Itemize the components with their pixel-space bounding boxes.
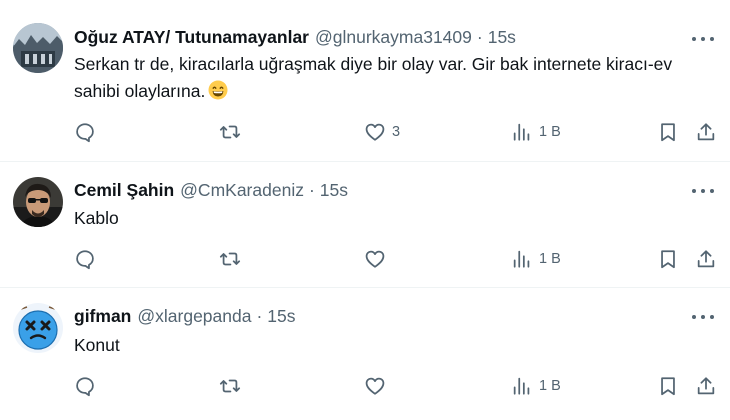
reply-button[interactable] [74, 246, 102, 272]
reply-button[interactable] [74, 373, 102, 399]
share-icon [697, 377, 715, 395]
tweet-text-container: Konut [74, 332, 710, 359]
views-icon [513, 123, 530, 141]
tweet[interactable]: Cemil Şahin @CmKaradeniz · 15s Kablo 1 B [0, 162, 730, 288]
like-button[interactable] [364, 373, 392, 399]
share-button[interactable] [695, 246, 717, 272]
user-handle[interactable]: @CmKaradeniz [180, 180, 304, 201]
display-name[interactable]: Oğuz ATAY/ Tutunamayanlar [74, 27, 309, 48]
tweet-text: Konut [74, 335, 120, 355]
tweet-actions: 1 B [0, 246, 730, 272]
retweet-icon [219, 379, 241, 393]
share-button[interactable] [695, 119, 717, 145]
share-button[interactable] [695, 373, 717, 399]
reply-button[interactable] [74, 119, 102, 145]
retweet-icon [219, 252, 241, 266]
timestamp[interactable]: 15s [320, 180, 348, 201]
user-handle[interactable]: @xlargepanda [137, 306, 251, 327]
views-count: 1 B [539, 251, 561, 267]
tweet-text-container: Kablo [74, 205, 710, 232]
views-count: 1 B [539, 124, 561, 140]
tweet-text: Serkan tr de, kiracılarla uğraşmak diye … [74, 54, 673, 101]
separator-dot: · [476, 27, 483, 47]
retweet-icon [219, 125, 241, 139]
avatar[interactable] [13, 177, 63, 227]
more-icon[interactable] [692, 188, 714, 194]
timestamp[interactable]: 15s [267, 306, 295, 327]
grinning-face-emoji-icon [208, 80, 228, 108]
avatar[interactable] [13, 303, 63, 353]
heart-icon [365, 123, 385, 141]
views-icon [513, 250, 530, 268]
avatar[interactable] [13, 23, 63, 73]
bookmark-icon [661, 377, 675, 396]
views-button[interactable]: 1 B [511, 119, 561, 145]
tweet[interactable]: Oğuz ATAY/ Tutunamayanlar @glnurkayma314… [0, 0, 730, 162]
bookmark-button[interactable] [657, 119, 679, 145]
user-handle[interactable]: @glnurkayma31409 [315, 27, 472, 48]
reply-icon [76, 123, 94, 143]
tweet-actions: 3 1 B [0, 119, 730, 145]
tweet[interactable]: gifman @xlargepanda · 15s Konut 1 B [0, 288, 730, 420]
tweet-actions: 1 B [0, 373, 730, 399]
timestamp[interactable]: 15s [488, 27, 516, 48]
heart-icon [365, 250, 385, 268]
bookmark-button[interactable] [657, 373, 679, 399]
tweet-text-container: Serkan tr de, kiracılarla uğraşmak diye … [74, 51, 710, 108]
bookmark-icon [661, 123, 675, 142]
tweet-header: Oğuz ATAY/ Tutunamayanlar @glnurkayma314… [74, 27, 516, 48]
tweet-text: Kablo [74, 208, 119, 228]
tweet-header: gifman @xlargepanda · 15s [74, 306, 296, 327]
reply-icon [76, 250, 94, 270]
like-button[interactable] [364, 246, 392, 272]
bookmark-icon [661, 250, 675, 269]
retweet-button[interactable] [219, 119, 247, 145]
display-name[interactable]: gifman [74, 306, 131, 327]
bookmark-button[interactable] [657, 246, 679, 272]
reply-icon [76, 377, 94, 397]
retweet-button[interactable] [219, 373, 247, 399]
heart-icon [365, 377, 385, 395]
views-button[interactable]: 1 B [511, 246, 561, 272]
share-icon [697, 123, 715, 141]
separator-dot: · [308, 180, 315, 200]
share-icon [697, 250, 715, 268]
more-icon[interactable] [692, 314, 714, 320]
retweet-button[interactable] [219, 246, 247, 272]
display-name[interactable]: Cemil Şahin [74, 180, 174, 201]
views-button[interactable]: 1 B [511, 373, 561, 399]
views-icon [513, 377, 530, 395]
separator-dot: · [256, 306, 263, 326]
like-count: 3 [392, 124, 401, 140]
like-button[interactable]: 3 [364, 119, 400, 145]
tweet-header: Cemil Şahin @CmKaradeniz · 15s [74, 180, 348, 201]
views-count: 1 B [539, 378, 561, 394]
more-icon[interactable] [692, 36, 714, 42]
